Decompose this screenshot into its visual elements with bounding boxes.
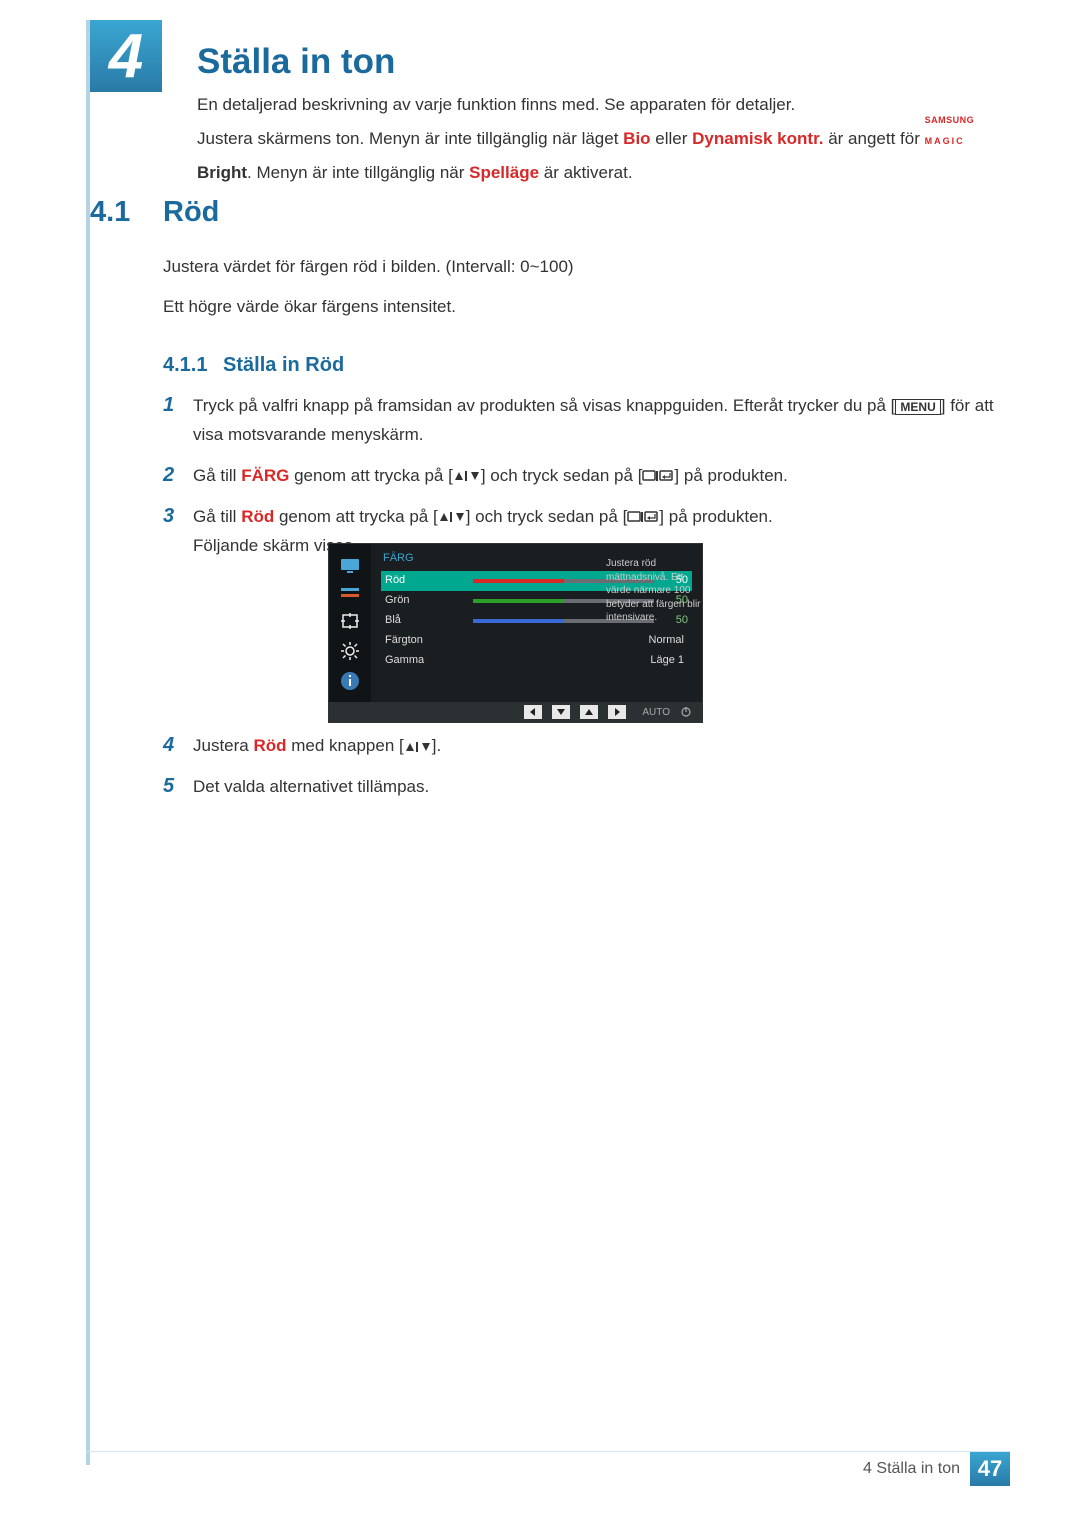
step-5: 5 Det valda alternativet tillämpas. <box>163 773 995 802</box>
display-enter-icon <box>642 466 674 485</box>
osd-row-label: Gamma <box>385 652 465 669</box>
section-para-1: Justera värdet för färgen röd i bilden. … <box>163 254 995 280</box>
osd-row-label: Färgton <box>385 632 465 649</box>
step-4: 4 Justera Röd med knappen []. <box>163 732 995 761</box>
subsection-heading: 4.1.1 Ställa in Röd <box>163 350 344 380</box>
display-enter-icon <box>627 507 659 526</box>
nav-down-icon <box>552 705 570 719</box>
chapter-number: 4 <box>109 10 143 103</box>
subsection-title: Ställa in Röd <box>223 354 344 376</box>
nav-right-icon <box>608 705 626 719</box>
chapter-intro: En detaljerad beskrivning av varje funkt… <box>197 88 995 190</box>
nav-up-icon <box>580 705 598 719</box>
samsung-magic-label: SAMSUNGMAGIC <box>925 122 965 156</box>
monitor-icon <box>339 557 361 575</box>
page-number: 47 <box>970 1452 1010 1486</box>
osd-sidebar <box>329 544 371 704</box>
up-down-arrows-icon <box>453 466 481 485</box>
sliders-icon <box>339 585 361 601</box>
step-1: 1 Tryck på valfri knapp på framsidan av … <box>163 392 995 450</box>
nav-left-icon <box>524 705 542 719</box>
up-down-arrows-icon <box>438 507 466 526</box>
section-title: Röd <box>163 191 219 235</box>
osd-row-label: Röd <box>385 572 465 589</box>
section-para-2: Ett högre värde ökar färgens intensitet. <box>163 294 995 320</box>
osd-help-text: Justera röd mättnadsnivå. Ett värde närm… <box>606 557 706 625</box>
osd-row-value: Läge 1 <box>465 652 688 669</box>
footer-chapter-label: 4 Ställa in ton <box>863 1457 960 1481</box>
osd-row-value: Normal <box>465 632 688 649</box>
chapter-number-box: 4 <box>90 20 162 92</box>
intro-line-2: Justera skärmens ton. Menyn är inte till… <box>197 122 995 190</box>
page-footer: 4 Ställa in ton 47 <box>86 1451 1010 1485</box>
osd-bottom-bar: AUTO <box>329 702 702 722</box>
osd-row: FärgtonNormal <box>381 631 692 651</box>
intro-line-1: En detaljerad beskrivning av varje funkt… <box>197 88 995 122</box>
osd-row-label: Blå <box>385 612 465 629</box>
up-down-arrows-icon <box>404 736 432 755</box>
section-number: 4.1 <box>90 191 130 235</box>
menu-button-label: MENU <box>895 399 940 415</box>
osd-row: GammaLäge 1 <box>381 651 692 671</box>
resize-icon <box>339 611 361 631</box>
gear-icon <box>340 641 360 661</box>
chapter-title: Ställa in ton <box>197 36 395 89</box>
osd-row-label: Grön <box>385 592 465 609</box>
step-2: 2 Gå till FÄRG genom att trycka på [] oc… <box>163 462 995 491</box>
subsection-number: 4.1.1 <box>163 354 207 376</box>
steps-list-after: 4 Justera Röd med knappen []. 5 Det vald… <box>163 732 995 814</box>
info-icon <box>340 671 360 691</box>
left-accent-bar <box>86 20 90 1465</box>
power-icon <box>680 706 692 718</box>
auto-label: AUTO <box>642 705 670 720</box>
